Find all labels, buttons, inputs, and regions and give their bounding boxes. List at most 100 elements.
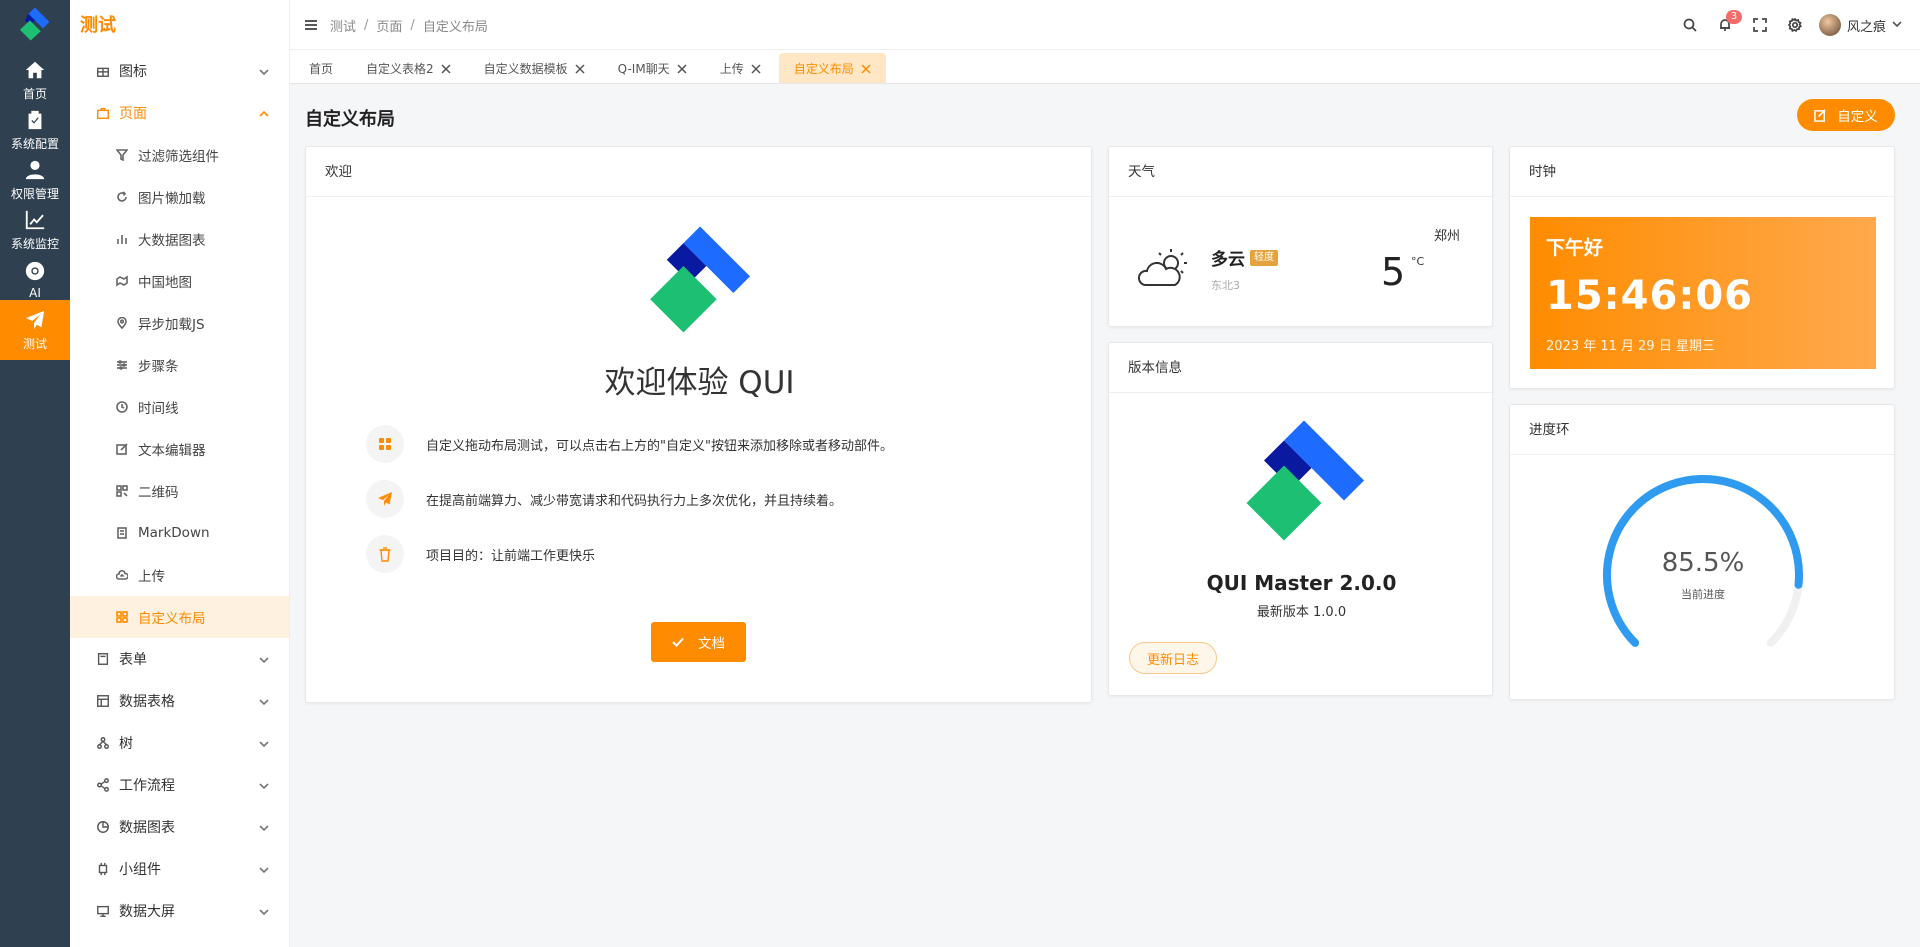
card-header: 时钟: [1510, 147, 1894, 197]
sidebar-group-label: 小组件: [119, 862, 161, 878]
tab-close-button[interactable]: [751, 63, 761, 74]
close-icon: [861, 64, 871, 74]
clock-panel: 下午好 15:46:06 2023 年 11 月 29 日 星期三: [1530, 217, 1876, 369]
welcome-title: 欢迎体验 QUI: [604, 365, 795, 401]
breadcrumb-current: 自定义布局: [422, 19, 488, 35]
feature-text: 在提高前端算力、减少带宽请求和代码执行力上多次优化，并且持续着。: [426, 493, 843, 509]
tab-close-button[interactable]: [441, 63, 451, 74]
feature-item: 在提高前端算力、减少带宽请求和代码执行力上多次优化，并且持续着。: [366, 479, 842, 519]
search-button[interactable]: [1673, 0, 1708, 50]
card-header: 版本信息: [1109, 343, 1492, 393]
notification-badge: 3: [1725, 10, 1742, 24]
tab-custom-data-template[interactable]: 自定义数据模板: [469, 53, 600, 83]
tab-custom-layout[interactable]: 自定义布局: [778, 53, 886, 83]
sidebar-group-forms[interactable]: 表单: [70, 638, 289, 680]
pie-chart-icon: [97, 821, 109, 833]
sidebar-item-steps[interactable]: 步骤条: [70, 344, 289, 386]
tree-icon: [97, 737, 109, 749]
sidebar-group-tree[interactable]: 树: [70, 722, 289, 764]
tab-home[interactable]: 首页: [294, 53, 348, 83]
close-icon: [575, 64, 585, 74]
greeting: 下午好: [1546, 237, 1604, 259]
sidebar-group-pages[interactable]: 页面: [70, 92, 289, 134]
sidebar-item-async-js[interactable]: 异步加载JS: [70, 302, 289, 344]
cloud-upload-icon: [116, 569, 128, 580]
chevron-down-icon: [259, 783, 269, 790]
settings-button[interactable]: [1778, 0, 1813, 50]
feature-text: 项目目的：让前端工作更快乐: [426, 548, 596, 564]
rail-label: 测试: [22, 336, 47, 351]
sidebar-menu: 测试 图标 页面 过滤筛选组件 图片懒加载 大数据图表 中国地图 异步加载JS …: [70, 0, 290, 947]
send-icon: [378, 492, 392, 506]
tab-close-button[interactable]: [861, 63, 871, 74]
clock-time: 15:46:06: [1546, 273, 1753, 319]
sidebar-group-workflow[interactable]: 工作流程: [70, 764, 289, 806]
sidebar-item-label: MarkDown: [138, 525, 210, 541]
sidebar-item-label: 图片懒加载: [138, 191, 206, 207]
check-icon: [672, 637, 684, 647]
progress-value: 85.5%: [1661, 548, 1745, 578]
user-icon: [25, 160, 45, 179]
tab-close-button[interactable]: [575, 63, 585, 74]
clock-icon: [116, 401, 128, 413]
feature-item: 自定义拖动布局测试，可以点击右上方的"自定义"按钮来添加移除或者移动部件。: [366, 424, 893, 464]
breadcrumb-item[interactable]: 测试: [330, 16, 356, 35]
tab-label: 自定义布局: [793, 61, 854, 76]
chevron-down-icon: [259, 909, 269, 916]
rail-item-test[interactable]: 测试: [0, 300, 70, 360]
sidebar-item-custom-layout[interactable]: 自定义布局: [70, 596, 289, 638]
tab-label: 自定义表格2: [366, 61, 434, 76]
tab-close-button[interactable]: [677, 63, 687, 74]
tab-custom-table-2[interactable]: 自定义表格2: [351, 53, 466, 83]
sidebar-item-label: 步骤条: [138, 359, 179, 375]
tab-qim-chat[interactable]: Q-IM聊天: [603, 53, 702, 83]
breadcrumb-separator: /: [410, 17, 415, 33]
sidebar-group-big-screen[interactable]: 数据大屏: [70, 890, 289, 932]
sidebar-item-markdown[interactable]: MarkDown: [70, 512, 289, 554]
tab-upload[interactable]: 上传: [705, 53, 776, 83]
version-card: 版本信息 QUI Master 2.0.0 最新版本 1.0.0 更新日志: [1108, 342, 1493, 696]
edit-icon: [1814, 108, 1826, 122]
docs-button[interactable]: 文档: [651, 622, 746, 662]
chip-icon: [98, 862, 108, 876]
fullscreen-button[interactable]: [1743, 0, 1778, 50]
card-header: 进度环: [1510, 405, 1894, 455]
notifications-button[interactable]: 3: [1708, 0, 1743, 50]
sidebar-item-label: 异步加载JS: [138, 317, 205, 333]
air-quality-badge: 轻度: [1250, 249, 1278, 266]
customize-button[interactable]: 自定义: [1797, 99, 1895, 131]
user-name: 风之痕: [1846, 19, 1886, 35]
refresh-icon: [117, 191, 127, 202]
sidebar-group-widgets[interactable]: 小组件: [70, 848, 289, 890]
sidebar-group-label: 表单: [119, 652, 147, 668]
rail-label: AI: [29, 286, 41, 300]
chevron-down-icon: [259, 825, 269, 832]
sidebar-group-icons[interactable]: 图标: [70, 50, 289, 92]
sidebar-title: 测试: [80, 15, 116, 36]
sidebar-item-filter[interactable]: 过滤筛选组件: [70, 134, 289, 176]
search-icon: [1684, 18, 1698, 32]
sidebar-group-label: 页面: [119, 106, 147, 122]
sidebar-item-text-editor[interactable]: 文本编辑器: [70, 428, 289, 470]
weather-condition: 多云 轻度: [1211, 245, 1278, 270]
gift-icon: [97, 67, 109, 77]
sidebar-group-charts[interactable]: 数据图表: [70, 806, 289, 848]
sidebar-group-label: 数据图表: [119, 820, 175, 836]
sidebar-item-lazyload[interactable]: 图片懒加载: [70, 176, 289, 218]
app-logo-icon[interactable]: [17, 6, 53, 42]
sidebar-item-upload[interactable]: 上传: [70, 554, 289, 596]
rail-label: 权限管理: [10, 186, 59, 201]
sidebar-item-qrcode[interactable]: 二维码: [70, 470, 289, 512]
sidebar-item-label: 时间线: [138, 401, 179, 417]
latest-version: 最新版本 1.0.0: [1256, 605, 1347, 620]
breadcrumb-item[interactable]: 页面: [376, 16, 402, 35]
sidebar-item-china-map[interactable]: 中国地图: [70, 260, 289, 302]
sidebar-group-data-table[interactable]: 数据表格: [70, 680, 289, 722]
menu-toggle-button[interactable]: [304, 18, 318, 32]
sidebar-item-bigdata-chart[interactable]: 大数据图表: [70, 218, 289, 260]
sidebar-item-timeline[interactable]: 时间线: [70, 386, 289, 428]
changelog-button[interactable]: 更新日志: [1129, 642, 1217, 674]
sliders-icon: [117, 360, 127, 370]
user-menu[interactable]: 风之痕: [1813, 0, 1920, 50]
form-icon: [97, 653, 109, 665]
